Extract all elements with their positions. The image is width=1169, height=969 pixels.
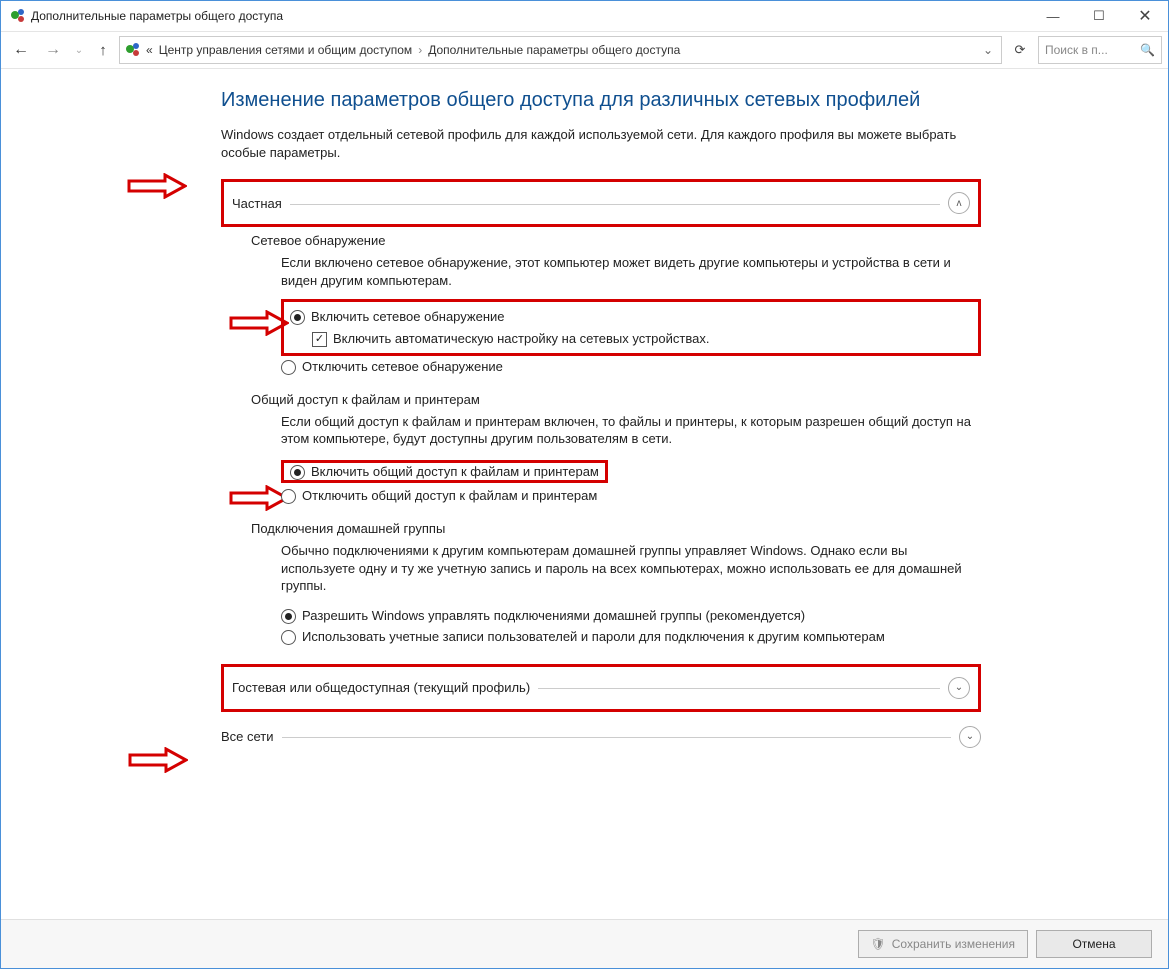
nav-history-dropdown[interactable]: ⌄ (71, 36, 87, 64)
radio-network-discovery-on[interactable]: Включить сетевое обнаружение (290, 306, 972, 328)
chevron-up-icon[interactable]: ʌ (948, 192, 970, 214)
breadcrumbs[interactable]: « Центр управления сетями и общим доступ… (119, 36, 1002, 64)
chevron-down-icon[interactable]: ⌄ (948, 677, 970, 699)
file-share-desc: Если общий доступ к файлам и принтерам в… (281, 413, 981, 448)
nav-forward-button[interactable]: → (39, 36, 67, 64)
titlebar: Дополнительные параметры общего доступа … (1, 1, 1168, 32)
save-button-label: Сохранить изменения (892, 937, 1015, 951)
chevron-right-icon: › (418, 43, 422, 57)
radio-label: Разрешить Windows управлять подключениям… (302, 607, 805, 625)
radio-homegroup-windows[interactable]: Разрешить Windows управлять подключениям… (281, 605, 981, 627)
minimize-button[interactable]: — (1030, 1, 1076, 31)
section-all-label: Все сети (221, 729, 274, 744)
app-icon (9, 7, 25, 26)
checkbox-icon: ✓ (312, 332, 327, 347)
window-title: Дополнительные параметры общего доступа (31, 9, 283, 23)
breadcrumb-item-1[interactable]: Центр управления сетями и общим доступом (159, 43, 413, 57)
section-private-header[interactable]: Частная ʌ (232, 186, 970, 220)
radio-icon (281, 360, 296, 375)
file-share-on-highlight: Включить общий доступ к файлам и принтер… (281, 460, 608, 484)
radio-icon (281, 489, 296, 504)
radio-file-share-on[interactable]: Включить общий доступ к файлам и принтер… (281, 458, 981, 486)
page-subtitle: Windows создает отдельный сетевой профил… (221, 126, 981, 161)
radio-icon (290, 310, 305, 325)
radio-label: Включить общий доступ к файлам и принтер… (311, 463, 599, 481)
checkbox-label: Включить автоматическую настройку на сет… (333, 330, 709, 348)
annotation-arrow-4 (128, 747, 188, 773)
page-title: Изменение параметров общего доступа для … (221, 89, 981, 112)
radio-label: Использовать учетные записи пользователе… (302, 628, 885, 646)
radio-icon (290, 465, 305, 480)
radio-icon (281, 609, 296, 624)
radio-label: Отключить общий доступ к файлам и принте… (302, 487, 597, 505)
section-guest-header-highlight: Гостевая или общедоступная (текущий проф… (221, 664, 981, 712)
close-button[interactable]: ✕ (1122, 1, 1168, 31)
cancel-button[interactable]: Отмена (1036, 930, 1152, 958)
chevron-down-icon[interactable]: ⌄ (983, 43, 997, 57)
checkbox-auto-config[interactable]: ✓ Включить автоматическую настройку на с… (312, 328, 972, 350)
radio-icon (281, 630, 296, 645)
homegroup-desc: Обычно подключениями к другим компьютера… (281, 542, 981, 595)
nav-back-button[interactable]: ← (7, 36, 35, 64)
save-button[interactable]: 🛡 Сохранить изменения (858, 930, 1028, 958)
shield-icon: 🛡 (871, 937, 886, 951)
nav-up-button[interactable]: ↑ (91, 38, 115, 62)
network-discovery-title: Сетевое обнаружение (251, 233, 981, 248)
homegroup-title: Подключения домашней группы (251, 521, 981, 536)
chevron-down-icon[interactable]: ⌄ (959, 726, 981, 748)
breadcrumb-item-2: Дополнительные параметры общего доступа (428, 43, 680, 57)
network-discovery-on-highlight: Включить сетевое обнаружение ✓ Включить … (281, 299, 981, 356)
radio-file-share-off[interactable]: Отключить общий доступ к файлам и принте… (281, 485, 981, 507)
search-input[interactable]: Поиск в п... 🔍 (1038, 36, 1162, 64)
maximize-button[interactable]: ☐ (1076, 1, 1122, 31)
search-icon: 🔍 (1140, 43, 1155, 57)
search-placeholder: Поиск в п... (1045, 43, 1134, 57)
cancel-button-label: Отмена (1072, 937, 1115, 951)
refresh-button[interactable]: ⟳ (1006, 36, 1034, 64)
navbar: ← → ⌄ ↑ « Центр управления сетями и общи… (1, 32, 1168, 69)
breadcrumb-root-glyph: « (146, 43, 153, 57)
network-discovery-desc: Если включено сетевое обнаружение, этот … (281, 254, 981, 289)
section-private-label: Частная (232, 196, 282, 211)
section-guest-header[interactable]: Гостевая или общедоступная (текущий проф… (232, 671, 970, 705)
section-private-header-highlight: Частная ʌ (221, 179, 981, 227)
file-share-title: Общий доступ к файлам и принтерам (251, 392, 981, 407)
breadcrumb-icon (124, 41, 140, 60)
section-guest-label: Гостевая или общедоступная (текущий проф… (232, 680, 530, 695)
radio-label: Отключить сетевое обнаружение (302, 358, 503, 376)
section-all-header[interactable]: Все сети ⌄ (221, 720, 981, 754)
annotation-arrow-1 (127, 173, 187, 199)
radio-homegroup-usercreds[interactable]: Использовать учетные записи пользователе… (281, 626, 981, 648)
radio-network-discovery-off[interactable]: Отключить сетевое обнаружение (281, 356, 981, 378)
radio-label: Включить сетевое обнаружение (311, 308, 505, 326)
